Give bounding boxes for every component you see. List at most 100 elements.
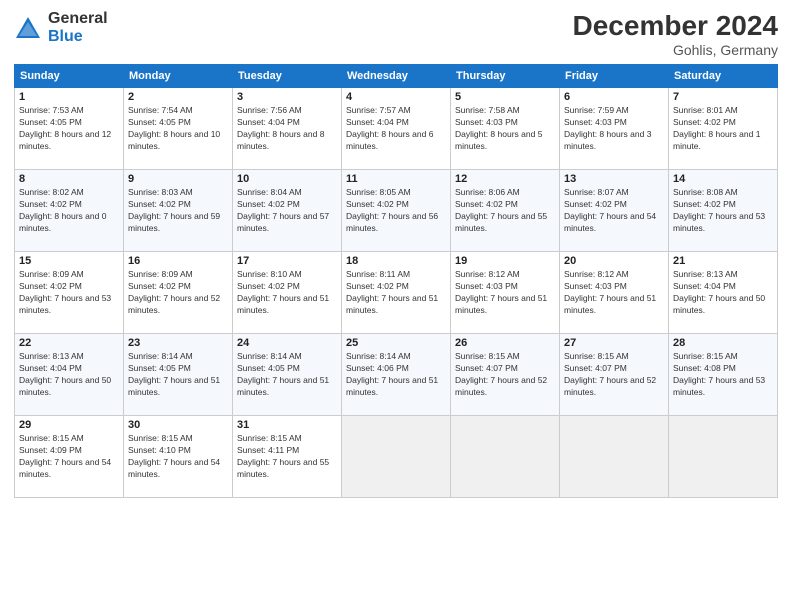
sunset-label: Sunset: 4:02 PM <box>455 199 518 209</box>
day-number: 20 <box>564 255 664 267</box>
day-number: 22 <box>19 337 119 349</box>
logo-text: General Blue <box>48 10 108 45</box>
day-number: 9 <box>128 173 228 185</box>
calendar-cell <box>560 416 669 498</box>
day-info: Sunrise: 8:01 AM Sunset: 4:02 PM Dayligh… <box>673 105 773 153</box>
day-info: Sunrise: 7:58 AM Sunset: 4:03 PM Dayligh… <box>455 105 555 153</box>
calendar-cell <box>451 416 560 498</box>
weekday-header-row: Sunday Monday Tuesday Wednesday Thursday… <box>15 65 778 88</box>
day-info: Sunrise: 7:59 AM Sunset: 4:03 PM Dayligh… <box>564 105 664 153</box>
calendar-cell: 5 Sunrise: 7:58 AM Sunset: 4:03 PM Dayli… <box>451 88 560 170</box>
daylight-label: Daylight: 7 hours and 53 minutes. <box>673 375 765 397</box>
daylight-label: Daylight: 8 hours and 6 minutes. <box>346 129 433 151</box>
sunrise-label: Sunrise: 8:15 AM <box>128 433 193 443</box>
calendar-cell: 18 Sunrise: 8:11 AM Sunset: 4:02 PM Dayl… <box>342 252 451 334</box>
sunrise-label: Sunrise: 7:54 AM <box>128 105 193 115</box>
sunrise-label: Sunrise: 8:03 AM <box>128 187 193 197</box>
day-number: 11 <box>346 173 446 185</box>
calendar-cell: 27 Sunrise: 8:15 AM Sunset: 4:07 PM Dayl… <box>560 334 669 416</box>
day-number: 21 <box>673 255 773 267</box>
daylight-label: Daylight: 8 hours and 10 minutes. <box>128 129 220 151</box>
calendar-cell: 20 Sunrise: 8:12 AM Sunset: 4:03 PM Dayl… <box>560 252 669 334</box>
th-sunday: Sunday <box>15 65 124 88</box>
sunrise-label: Sunrise: 8:02 AM <box>19 187 84 197</box>
day-number: 29 <box>19 419 119 431</box>
th-monday: Monday <box>124 65 233 88</box>
sunrise-label: Sunrise: 8:15 AM <box>19 433 84 443</box>
sunset-label: Sunset: 4:11 PM <box>237 445 299 455</box>
daylight-label: Daylight: 7 hours and 53 minutes. <box>673 211 765 233</box>
calendar-cell: 25 Sunrise: 8:14 AM Sunset: 4:06 PM Dayl… <box>342 334 451 416</box>
sunrise-label: Sunrise: 8:10 AM <box>237 269 302 279</box>
day-info: Sunrise: 8:13 AM Sunset: 4:04 PM Dayligh… <box>19 351 119 399</box>
th-thursday: Thursday <box>451 65 560 88</box>
daylight-label: Daylight: 7 hours and 51 minutes. <box>237 293 329 315</box>
sunrise-label: Sunrise: 7:56 AM <box>237 105 302 115</box>
calendar-week-row: 1 Sunrise: 7:53 AM Sunset: 4:05 PM Dayli… <box>15 88 778 170</box>
day-number: 26 <box>455 337 555 349</box>
sunset-label: Sunset: 4:02 PM <box>346 199 409 209</box>
day-number: 15 <box>19 255 119 267</box>
calendar-week-row: 15 Sunrise: 8:09 AM Sunset: 4:02 PM Dayl… <box>15 252 778 334</box>
day-number: 4 <box>346 91 446 103</box>
sunset-label: Sunset: 4:05 PM <box>128 117 191 127</box>
day-info: Sunrise: 8:02 AM Sunset: 4:02 PM Dayligh… <box>19 187 119 235</box>
day-info: Sunrise: 8:15 AM Sunset: 4:09 PM Dayligh… <box>19 433 119 481</box>
sunrise-label: Sunrise: 8:15 AM <box>455 351 520 361</box>
calendar-cell: 11 Sunrise: 8:05 AM Sunset: 4:02 PM Dayl… <box>342 170 451 252</box>
sunset-label: Sunset: 4:04 PM <box>237 117 300 127</box>
day-number: 25 <box>346 337 446 349</box>
calendar-cell: 21 Sunrise: 8:13 AM Sunset: 4:04 PM Dayl… <box>669 252 778 334</box>
sunrise-label: Sunrise: 8:01 AM <box>673 105 738 115</box>
calendar-cell: 4 Sunrise: 7:57 AM Sunset: 4:04 PM Dayli… <box>342 88 451 170</box>
daylight-label: Daylight: 8 hours and 0 minutes. <box>19 211 106 233</box>
location-subtitle: Gohlis, Germany <box>573 42 778 58</box>
daylight-label: Daylight: 8 hours and 3 minutes. <box>564 129 651 151</box>
sunrise-label: Sunrise: 8:13 AM <box>19 351 84 361</box>
day-number: 7 <box>673 91 773 103</box>
calendar-cell <box>669 416 778 498</box>
sunset-label: Sunset: 4:10 PM <box>128 445 191 455</box>
calendar-week-row: 22 Sunrise: 8:13 AM Sunset: 4:04 PM Dayl… <box>15 334 778 416</box>
calendar-cell: 9 Sunrise: 8:03 AM Sunset: 4:02 PM Dayli… <box>124 170 233 252</box>
day-number: 6 <box>564 91 664 103</box>
calendar-cell: 6 Sunrise: 7:59 AM Sunset: 4:03 PM Dayli… <box>560 88 669 170</box>
sunset-label: Sunset: 4:07 PM <box>455 363 518 373</box>
daylight-label: Daylight: 8 hours and 12 minutes. <box>19 129 111 151</box>
sunset-label: Sunset: 4:03 PM <box>564 117 627 127</box>
sunrise-label: Sunrise: 8:11 AM <box>346 269 410 279</box>
calendar-cell: 14 Sunrise: 8:08 AM Sunset: 4:02 PM Dayl… <box>669 170 778 252</box>
sunrise-label: Sunrise: 8:14 AM <box>346 351 411 361</box>
calendar-week-row: 8 Sunrise: 8:02 AM Sunset: 4:02 PM Dayli… <box>15 170 778 252</box>
logo-icon <box>14 14 42 42</box>
title-block: December 2024 Gohlis, Germany <box>573 10 778 58</box>
daylight-label: Daylight: 7 hours and 52 minutes. <box>564 375 656 397</box>
day-info: Sunrise: 8:12 AM Sunset: 4:03 PM Dayligh… <box>455 269 555 317</box>
sunset-label: Sunset: 4:02 PM <box>237 199 300 209</box>
sunset-label: Sunset: 4:02 PM <box>673 199 736 209</box>
day-info: Sunrise: 8:04 AM Sunset: 4:02 PM Dayligh… <box>237 187 337 235</box>
day-number: 18 <box>346 255 446 267</box>
calendar-cell <box>342 416 451 498</box>
day-info: Sunrise: 8:15 AM Sunset: 4:11 PM Dayligh… <box>237 433 337 481</box>
calendar-cell: 22 Sunrise: 8:13 AM Sunset: 4:04 PM Dayl… <box>15 334 124 416</box>
day-number: 30 <box>128 419 228 431</box>
sunset-label: Sunset: 4:03 PM <box>455 117 518 127</box>
sunset-label: Sunset: 4:04 PM <box>673 281 736 291</box>
calendar-cell: 17 Sunrise: 8:10 AM Sunset: 4:02 PM Dayl… <box>233 252 342 334</box>
daylight-label: Daylight: 7 hours and 59 minutes. <box>128 211 220 233</box>
daylight-label: Daylight: 7 hours and 54 minutes. <box>128 457 220 479</box>
sunset-label: Sunset: 4:06 PM <box>346 363 409 373</box>
th-saturday: Saturday <box>669 65 778 88</box>
day-info: Sunrise: 8:05 AM Sunset: 4:02 PM Dayligh… <box>346 187 446 235</box>
calendar-cell: 19 Sunrise: 8:12 AM Sunset: 4:03 PM Dayl… <box>451 252 560 334</box>
calendar-cell: 31 Sunrise: 8:15 AM Sunset: 4:11 PM Dayl… <box>233 416 342 498</box>
logo: General Blue <box>14 10 108 45</box>
day-number: 12 <box>455 173 555 185</box>
day-info: Sunrise: 7:57 AM Sunset: 4:04 PM Dayligh… <box>346 105 446 153</box>
sunrise-label: Sunrise: 8:09 AM <box>128 269 193 279</box>
sunset-label: Sunset: 4:04 PM <box>19 363 82 373</box>
sunrise-label: Sunrise: 7:58 AM <box>455 105 520 115</box>
calendar-cell: 8 Sunrise: 8:02 AM Sunset: 4:02 PM Dayli… <box>15 170 124 252</box>
day-number: 5 <box>455 91 555 103</box>
